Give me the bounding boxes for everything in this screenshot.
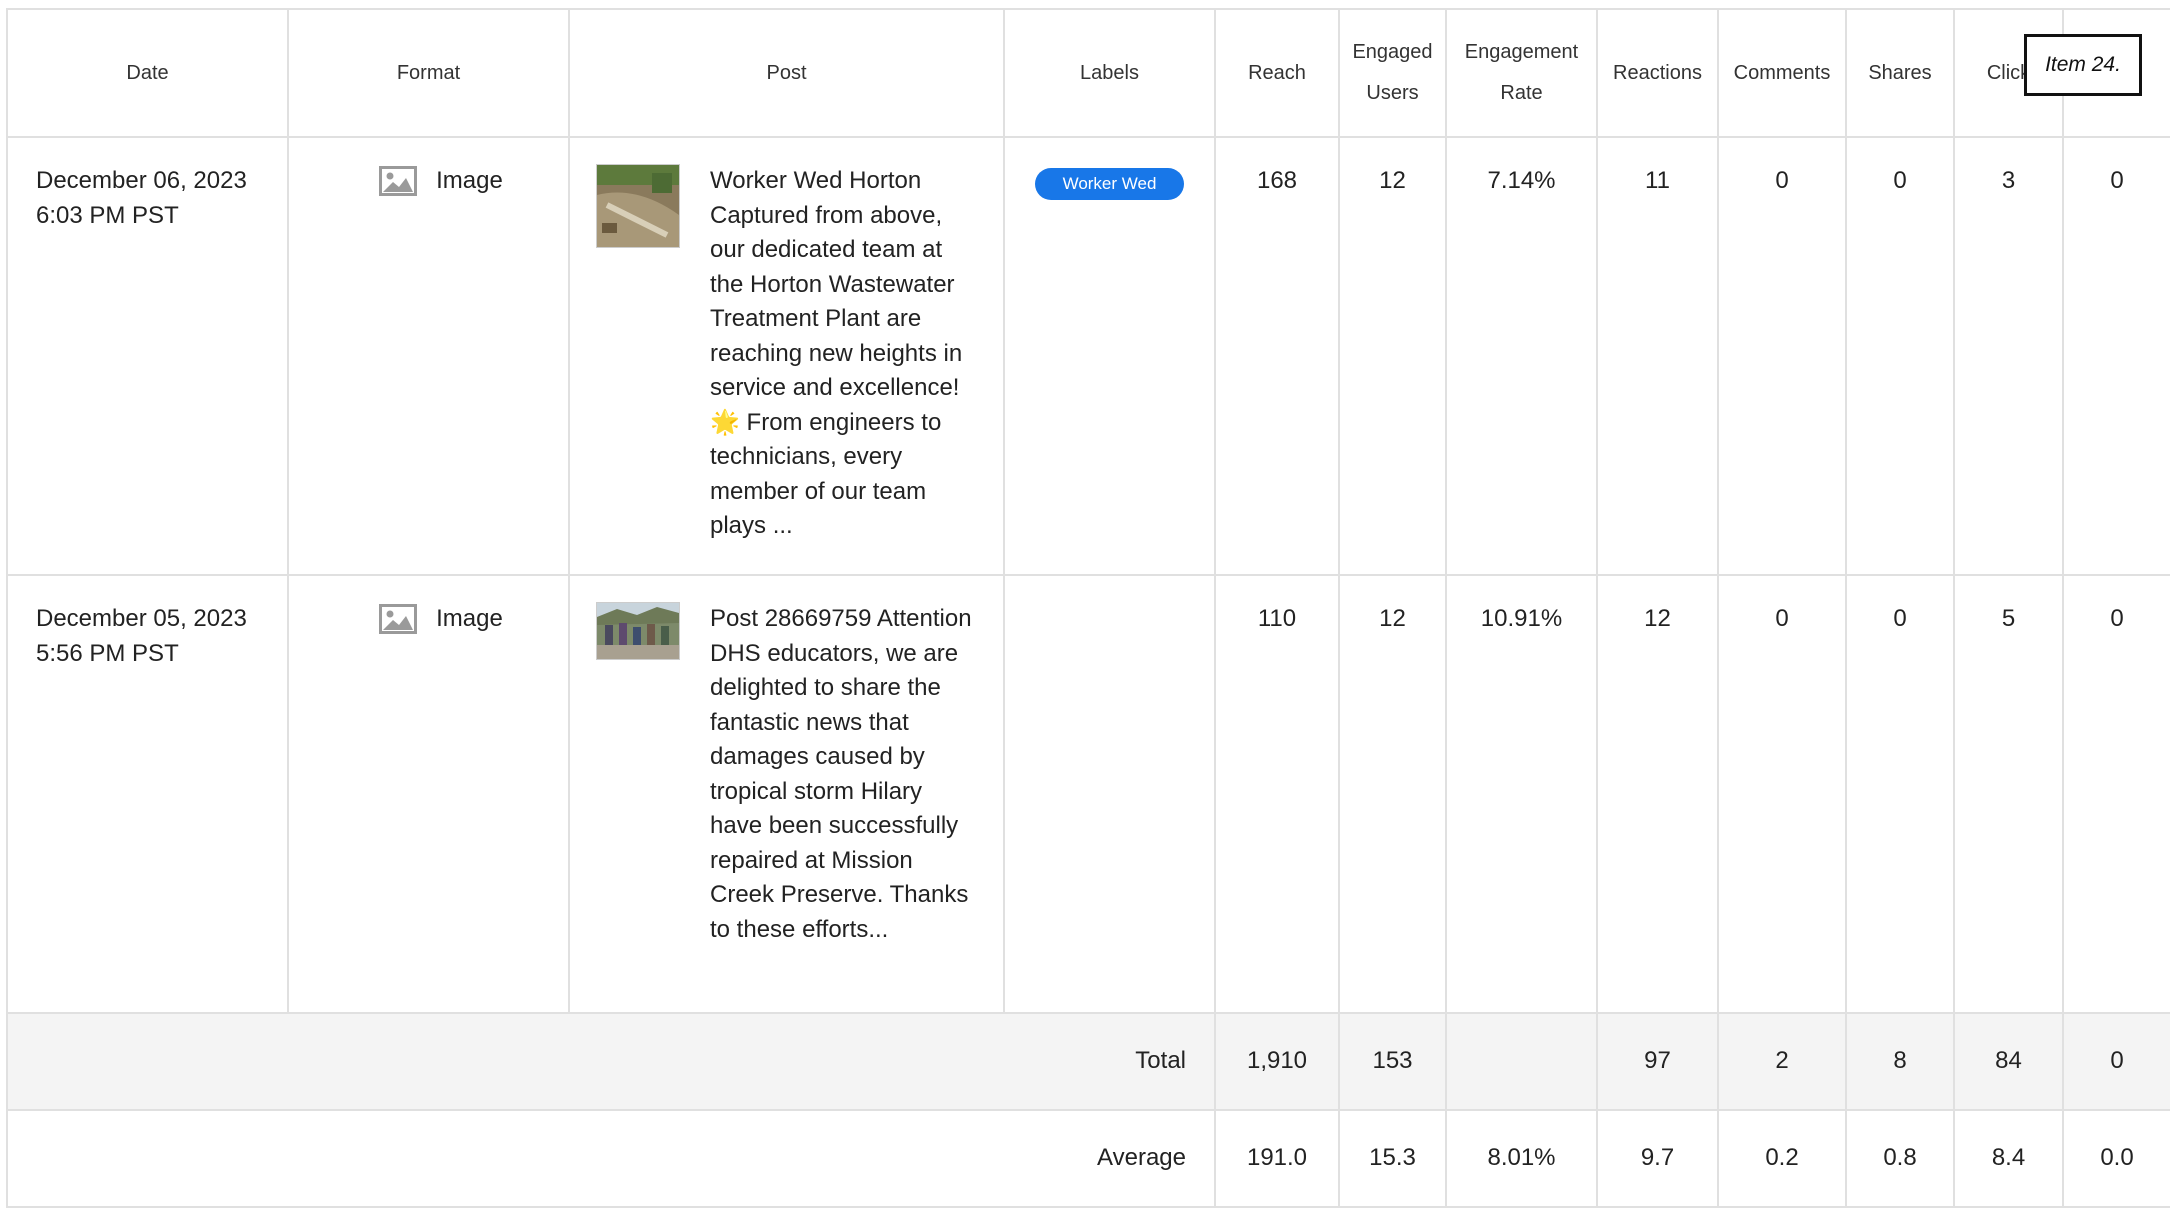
comments-cell: 0 <box>1717 574 1847 1014</box>
col-header-engagement-rate-line2: Rate <box>1500 82 1543 104</box>
image-icon <box>379 166 418 197</box>
comments-cell: 0 <box>1717 136 1847 576</box>
reach-cell: 110 <box>1214 574 1340 1014</box>
total-reactions: 97 <box>1596 1012 1719 1111</box>
reactions-cell: 11 <box>1596 136 1719 576</box>
total-comments: 2 <box>1717 1012 1847 1111</box>
table-row[interactable]: December 05, 2023 5:56 PM PST Image Post… <box>6 574 2170 1014</box>
total-engaged-users: 153 <box>1338 1012 1447 1111</box>
total-reach: 1,910 <box>1214 1012 1340 1111</box>
average-shares: 0.8 <box>1845 1109 1955 1208</box>
item-number-tag: Item 24. <box>2024 34 2142 96</box>
average-row: Average 191.0 15.3 8.01% 9.7 0.2 0.8 8.4… <box>6 1109 2170 1208</box>
format-label: Image <box>436 605 503 632</box>
reach-cell: 168 <box>1214 136 1340 576</box>
post-thumbnail[interactable] <box>596 602 680 660</box>
col-header-reactions[interactable]: Reactions <box>1596 8 1719 138</box>
labels-cell <box>1003 574 1216 1014</box>
col-header-engaged-users[interactable]: Engaged Users <box>1338 8 1447 138</box>
date-text: December 06, 2023 <box>36 167 247 194</box>
col-header-reach[interactable]: Reach <box>1214 8 1340 138</box>
total-row: Total 1,910 153 97 2 8 84 0 <box>6 1012 2170 1111</box>
clicks-cell: 3 <box>1953 136 2064 576</box>
post-performance-table: Date Format Post Labels Reach Engaged Us… <box>6 8 2170 1208</box>
post-text[interactable]: Post 28669759 Attention DHS educators, w… <box>710 602 973 947</box>
labels-cell: Worker Wed <box>1003 136 1216 576</box>
total-engagement-rate <box>1445 1012 1598 1111</box>
extra-cell: 0 <box>2062 136 2170 576</box>
format-cell: Image <box>287 136 570 576</box>
table-header-row: Date Format Post Labels Reach Engaged Us… <box>6 8 2170 138</box>
average-clicks: 8.4 <box>1953 1109 2064 1208</box>
col-header-post[interactable]: Post <box>568 8 1005 138</box>
time-text: 5:56 PM PST <box>36 639 179 667</box>
clicks-cell: 5 <box>1953 574 2064 1014</box>
time-text: 6:03 PM PST <box>36 201 179 229</box>
engagement-rate-cell: 10.91% <box>1445 574 1598 1014</box>
col-header-format[interactable]: Format <box>287 8 570 138</box>
table-row[interactable]: December 06, 2023 6:03 PM PST Image Work… <box>6 136 2170 576</box>
col-header-engagement-rate-line1: Engagement <box>1464 41 1579 63</box>
col-header-labels[interactable]: Labels <box>1003 8 1216 138</box>
col-header-date[interactable]: Date <box>6 8 289 138</box>
engaged-users-cell: 12 <box>1338 136 1447 576</box>
average-label: Average <box>6 1109 1216 1208</box>
format-cell: Image <box>287 574 570 1014</box>
col-header-comments[interactable]: Comments <box>1717 8 1847 138</box>
post-text[interactable]: Worker Wed Horton Captured from above, o… <box>710 164 973 544</box>
date-cell: December 06, 2023 6:03 PM PST <box>6 136 289 576</box>
col-header-engaged-users-line1: Engaged <box>1352 41 1433 63</box>
date-cell: December 05, 2023 5:56 PM PST <box>6 574 289 1014</box>
average-reactions: 9.7 <box>1596 1109 1719 1208</box>
total-label: Total <box>6 1012 1216 1111</box>
total-clicks: 84 <box>1953 1012 2064 1111</box>
engaged-users-cell: 12 <box>1338 574 1447 1014</box>
post-cell: Post 28669759 Attention DHS educators, w… <box>568 574 1005 1014</box>
shares-cell: 0 <box>1845 574 1955 1014</box>
post-thumbnail[interactable] <box>596 164 680 248</box>
date-text: December 05, 2023 <box>36 605 247 632</box>
col-header-engagement-rate[interactable]: Engagement Rate <box>1445 8 1598 138</box>
post-cell: Worker Wed Horton Captured from above, o… <box>568 136 1005 576</box>
average-comments: 0.2 <box>1717 1109 1847 1208</box>
average-extra: 0.0 <box>2062 1109 2170 1208</box>
image-icon <box>379 604 418 635</box>
label-badge[interactable]: Worker Wed <box>1034 168 1185 200</box>
format-label: Image <box>436 167 503 194</box>
extra-cell: 0 <box>2062 574 2170 1014</box>
average-reach: 191.0 <box>1214 1109 1340 1208</box>
reactions-cell: 12 <box>1596 574 1719 1014</box>
total-extra: 0 <box>2062 1012 2170 1111</box>
col-header-engaged-users-line2: Users <box>1366 82 1419 104</box>
engagement-rate-cell: 7.14% <box>1445 136 1598 576</box>
average-engagement-rate: 8.01% <box>1445 1109 1598 1208</box>
shares-cell: 0 <box>1845 136 1955 576</box>
average-engaged-users: 15.3 <box>1338 1109 1447 1208</box>
col-header-shares[interactable]: Shares <box>1845 8 1955 138</box>
total-shares: 8 <box>1845 1012 1955 1111</box>
